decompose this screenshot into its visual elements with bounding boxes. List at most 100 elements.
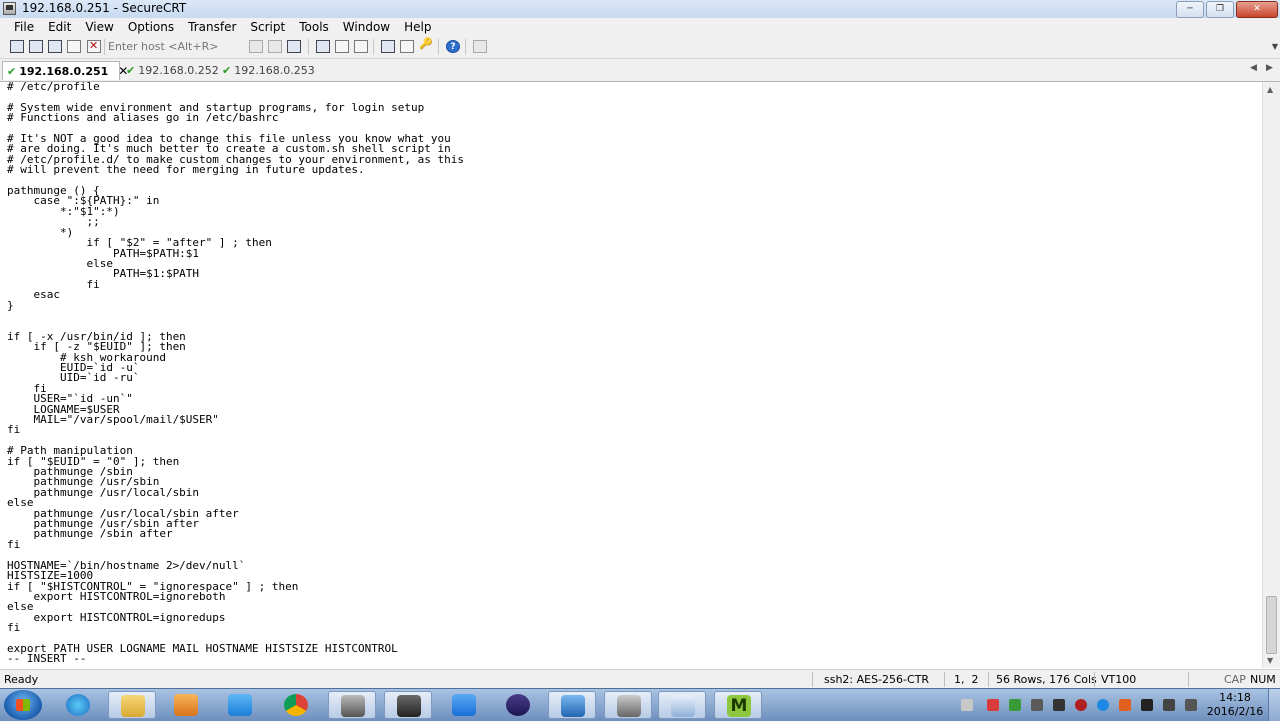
tray-app-icon[interactable] (1075, 699, 1087, 711)
status-separator (1094, 672, 1095, 687)
tab-label: 192.168.0.252 (138, 64, 219, 77)
virtualbox-icon (561, 695, 585, 717)
menu-script[interactable]: Script (243, 18, 292, 36)
print-selection-icon[interactable] (335, 40, 349, 53)
status-separator (1188, 672, 1189, 687)
taskbar-network-tool[interactable] (384, 691, 432, 719)
key-manager-icon[interactable] (419, 37, 433, 53)
terminal-area[interactable]: # /etc/profile # System wide environment… (0, 82, 1262, 668)
reconnect-icon[interactable] (67, 40, 81, 53)
taskbar-securecrt-1[interactable] (328, 691, 376, 719)
vertical-scrollbar[interactable]: ▲ ▼ (1262, 82, 1280, 668)
find-icon[interactable] (287, 40, 301, 53)
connected-check-icon: ✔ (222, 64, 232, 77)
tab-192-168-0-251[interactable]: ✔ 192.168.0.251 ✕ (2, 61, 128, 80)
disconnect-icon[interactable] (87, 39, 101, 53)
print-icon[interactable] (316, 40, 330, 53)
toolbar-separator (373, 39, 374, 55)
securecrt-icon (617, 695, 641, 717)
taskbar-m-app[interactable]: M (714, 691, 762, 719)
system-tray (955, 689, 1205, 721)
status-state: Ready (4, 673, 39, 686)
taskbar-chrome[interactable] (272, 691, 320, 719)
taskbar-virtualbox[interactable] (548, 691, 596, 719)
menu-edit[interactable]: Edit (41, 18, 78, 36)
scroll-down-icon[interactable]: ▼ (1267, 656, 1273, 665)
menu-file[interactable]: File (0, 18, 41, 36)
quick-connect-icon[interactable] (29, 40, 43, 53)
global-options-icon[interactable] (400, 40, 414, 53)
scrollbar-thumb[interactable] (1266, 596, 1277, 654)
m-app-icon: M (727, 695, 751, 717)
toolbar-separator (308, 39, 309, 55)
toolbar: ? ▼ (0, 36, 1280, 59)
taskbar-media-player[interactable] (162, 691, 210, 719)
copy-icon[interactable] (249, 40, 263, 53)
taskbar-clock[interactable]: 14:18 2016/2/16 (1205, 691, 1265, 719)
print-setup-icon[interactable] (354, 40, 368, 53)
menu-transfer[interactable]: Transfer (181, 18, 243, 36)
enter-host-input[interactable] (106, 38, 240, 54)
help-icon[interactable]: ? (446, 40, 460, 53)
status-cursor-position: 1, 2 (954, 673, 979, 686)
tray-app-icon[interactable] (1053, 699, 1065, 711)
clock-time: 14:18 (1219, 691, 1251, 704)
connect-icon[interactable] (10, 40, 24, 53)
tab-scroll-right-icon[interactable]: ▶ (1266, 63, 1273, 73)
tab-192-168-0-252[interactable]: ✔ 192.168.0.252 (122, 61, 219, 80)
status-caps-lock: CAP (1224, 673, 1246, 686)
status-separator (944, 672, 945, 687)
qq-icon[interactable] (1119, 699, 1131, 711)
taskbar-eclipse[interactable] (494, 691, 542, 719)
tab-label: 192.168.0.251 (19, 65, 109, 78)
session-tab-bar: ✔ 192.168.0.251 ✕ ✔ 192.168.0.252 ✔ 192.168.… (0, 59, 1280, 82)
menu-bar: File Edit View Options Transfer Script T… (0, 18, 1280, 36)
internet-explorer-icon (66, 694, 90, 716)
taskbar-network-app[interactable] (216, 691, 264, 719)
folder-icon (121, 695, 145, 717)
tab-scroll-left-icon[interactable]: ◀ (1250, 63, 1257, 73)
pen-app-icon (452, 694, 476, 716)
tray-app-icon[interactable] (1031, 699, 1043, 711)
taskbar-securecrt-2[interactable] (604, 691, 652, 719)
network-icon[interactable] (1163, 699, 1175, 711)
toolbar-overflow-icon[interactable]: ▼ (1272, 42, 1278, 51)
taskbar-pen-app[interactable] (440, 691, 488, 719)
menu-window[interactable]: Window (336, 18, 397, 36)
minimize-button[interactable]: ─ (1176, 1, 1204, 18)
paste-icon[interactable] (268, 40, 282, 53)
status-separator (988, 672, 989, 687)
media-player-icon (174, 694, 198, 716)
window-controls: ─ ❐ ✕ (1174, 1, 1278, 18)
securecrt-app-icon[interactable] (3, 2, 16, 15)
connected-check-icon: ✔ (7, 65, 17, 78)
volume-icon[interactable] (1185, 699, 1197, 711)
menu-options[interactable]: Options (121, 18, 181, 36)
windows-taskbar: M 14:18 2016/2/16 (0, 688, 1280, 721)
keyboard-icon[interactable] (961, 699, 973, 711)
taskbar-file-explorer[interactable] (108, 691, 156, 719)
menu-tools[interactable]: Tools (292, 18, 336, 36)
session-options-icon[interactable] (381, 40, 395, 53)
taskbar-remote-desktop[interactable] (658, 691, 706, 719)
menu-help[interactable]: Help (397, 18, 438, 36)
tray-app-icon[interactable] (1141, 699, 1153, 711)
title-bar[interactable]: 192.168.0.251 - SecureCRT ─ ❐ ✕ (0, 0, 1280, 19)
menu-view[interactable]: View (78, 18, 120, 36)
tray-app-icon[interactable] (1009, 699, 1021, 711)
tray-app-icon[interactable] (987, 699, 999, 711)
tab-192-168-0-253[interactable]: ✔ 192.168.0.253 (218, 61, 315, 80)
status-terminal-size: 56 Rows, 176 Cols (996, 673, 1097, 686)
window-title: 192.168.0.251 - SecureCRT (22, 1, 187, 15)
taskbar-internet-explorer[interactable] (54, 691, 102, 719)
map-keys-icon[interactable] (473, 40, 487, 53)
scroll-up-icon[interactable]: ▲ (1267, 85, 1273, 94)
close-window-button[interactable]: ✕ (1236, 1, 1278, 18)
maximize-button[interactable]: ❐ (1206, 1, 1234, 18)
start-button[interactable] (4, 690, 42, 720)
tray-app-icon[interactable] (1097, 699, 1109, 711)
connected-check-icon: ✔ (126, 64, 136, 77)
connect-in-tab-icon[interactable] (48, 40, 62, 53)
show-desktop-button[interactable] (1268, 689, 1280, 721)
toolbar-separator (104, 39, 105, 55)
